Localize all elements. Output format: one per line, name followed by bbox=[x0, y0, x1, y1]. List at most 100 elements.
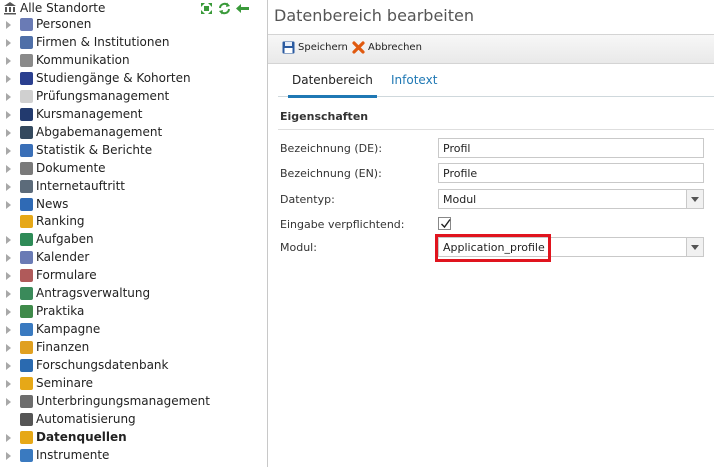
tree-item[interactable]: Datenquellen bbox=[0, 429, 267, 447]
expand-arrow-icon[interactable] bbox=[6, 326, 11, 335]
tree-item[interactable]: Kalender bbox=[0, 249, 267, 267]
tree-item[interactable]: Forschungsdatenbank bbox=[0, 357, 267, 375]
tree-item[interactable]: Antragsverwaltung bbox=[0, 285, 267, 303]
tree-toolbar bbox=[200, 2, 252, 15]
tree-item[interactable]: Statistik & Berichte bbox=[0, 142, 267, 160]
tree-item[interactable]: Prüfungsmanagement bbox=[0, 88, 267, 106]
refresh-icon[interactable] bbox=[218, 2, 231, 15]
tree-item[interactable]: News bbox=[0, 196, 267, 214]
required-checkbox[interactable] bbox=[438, 217, 451, 230]
form-row-name-en: Bezeichnung (EN): Profile bbox=[278, 162, 714, 186]
expand-arrow-icon[interactable] bbox=[6, 128, 11, 137]
contact-card-icon bbox=[20, 125, 33, 139]
tree-item[interactable]: Praktika bbox=[0, 303, 267, 321]
tree-item[interactable]: Firmen & Institutionen bbox=[0, 34, 267, 52]
expand-arrow-icon[interactable] bbox=[6, 380, 11, 388]
tree-item[interactable]: Kursmanagement bbox=[0, 106, 267, 124]
navigation-tree: Alle Standorte Personen Firmen & Institut… bbox=[0, 0, 268, 467]
tree-item[interactable]: Formulare bbox=[0, 267, 267, 285]
tree-item-label: Unterbringungsmanagement bbox=[36, 393, 210, 408]
tree-item-label: Kursmanagement bbox=[36, 106, 143, 121]
datatype-value: Modul bbox=[443, 193, 477, 206]
tree-item-label: Firmen & Institutionen bbox=[36, 34, 170, 49]
expand-arrow-icon[interactable] bbox=[6, 74, 11, 83]
tree-item-label: Instrumente bbox=[36, 447, 110, 462]
globe-icon bbox=[20, 179, 33, 193]
tree-item-label: Dokumente bbox=[36, 160, 106, 175]
datatype-select[interactable]: Modul bbox=[438, 189, 704, 209]
tree-item-label: Aufgaben bbox=[36, 232, 94, 247]
chevron-down-icon[interactable] bbox=[686, 190, 703, 208]
building-icon bbox=[20, 305, 33, 319]
expand-arrow-icon[interactable] bbox=[6, 164, 11, 173]
arrow-left-icon[interactable] bbox=[236, 2, 250, 15]
line-chart-icon bbox=[20, 359, 33, 373]
tree-item[interactable]: Kommunikation bbox=[0, 52, 267, 70]
tree-item-label: News bbox=[36, 196, 69, 211]
gear-icon bbox=[20, 412, 33, 426]
expand-arrow-icon[interactable] bbox=[6, 182, 11, 191]
factory-icon bbox=[20, 35, 33, 49]
tree-item[interactable]: Unterbringungsmanagement bbox=[0, 393, 267, 411]
name-de-label: Bezeichnung (DE): bbox=[280, 142, 383, 155]
chevron-down-icon[interactable] bbox=[686, 238, 703, 256]
save-button-label: Speichern bbox=[298, 42, 348, 53]
checkmark-icon bbox=[441, 219, 451, 229]
expand-arrow-icon[interactable] bbox=[6, 236, 11, 245]
tree-item-label: Finanzen bbox=[36, 340, 90, 355]
tree-item[interactable]: Abgabemanagement bbox=[0, 124, 267, 142]
expand-arrow-icon[interactable] bbox=[6, 290, 11, 299]
tree-item[interactable]: Seminare bbox=[0, 375, 267, 393]
expand-arrow-icon[interactable] bbox=[6, 397, 11, 406]
tree-item[interactable]: Instrumente bbox=[0, 447, 267, 465]
tree-item[interactable]: Studiengänge & Kohorten bbox=[0, 70, 267, 88]
folder-icon bbox=[20, 161, 33, 175]
name-de-input[interactable]: Profil bbox=[438, 138, 704, 158]
tree-item-label: Kalender bbox=[36, 250, 90, 265]
expand-arrow-icon[interactable] bbox=[6, 272, 11, 281]
tree-item[interactable]: Personen bbox=[0, 16, 267, 34]
tree-item-label: Praktika bbox=[36, 304, 85, 319]
expand-arrow-icon[interactable] bbox=[6, 110, 11, 119]
datatype-label: Datentyp: bbox=[280, 193, 335, 206]
page-title: Datenbereich bearbeiten bbox=[274, 6, 475, 25]
tree-item-label: Prüfungsmanagement bbox=[36, 88, 170, 103]
tree-item-label: Ranking bbox=[36, 214, 85, 229]
tree-item[interactable]: Kampagne bbox=[0, 321, 267, 339]
tree-item[interactable]: Internetauftritt bbox=[0, 178, 267, 196]
tree-item[interactable]: Ranking bbox=[0, 213, 267, 231]
tree-item[interactable]: Aufgaben bbox=[0, 231, 267, 249]
tree-item-label: Studiengänge & Kohorten bbox=[36, 70, 191, 85]
expand-all-icon[interactable] bbox=[200, 2, 213, 15]
document-icon bbox=[20, 89, 33, 103]
tree-item[interactable]: Dokumente bbox=[0, 160, 267, 178]
edit-panel: Datenbereich bearbeiten Speichern Abbrec… bbox=[268, 0, 714, 467]
expand-arrow-icon[interactable] bbox=[6, 56, 11, 65]
coins-icon bbox=[20, 341, 33, 355]
expand-arrow-icon[interactable] bbox=[6, 38, 11, 47]
expand-arrow-icon[interactable] bbox=[6, 21, 11, 29]
expand-arrow-icon[interactable] bbox=[6, 254, 11, 263]
tab-infotext[interactable]: Infotext bbox=[391, 73, 437, 95]
expand-arrow-icon[interactable] bbox=[6, 200, 11, 209]
star-icon bbox=[20, 215, 33, 229]
users-icon bbox=[20, 18, 33, 31]
tab-datenbereich[interactable]: Datenbereich bbox=[288, 73, 377, 98]
feather-icon bbox=[20, 71, 33, 85]
expand-arrow-icon[interactable] bbox=[6, 146, 11, 155]
tree-item[interactable]: Automatisierung bbox=[0, 411, 267, 429]
cancel-icon bbox=[352, 41, 365, 54]
expand-arrow-icon[interactable] bbox=[6, 344, 11, 353]
tree-item[interactable]: Finanzen bbox=[0, 339, 267, 357]
cancel-button-label: Abbrechen bbox=[368, 42, 422, 53]
clock-check-icon bbox=[20, 233, 33, 247]
expand-arrow-icon[interactable] bbox=[6, 451, 11, 460]
tree-item-label: Statistik & Berichte bbox=[36, 142, 153, 157]
expand-arrow-icon[interactable] bbox=[6, 362, 11, 371]
expand-arrow-icon[interactable] bbox=[6, 433, 11, 442]
name-en-input[interactable]: Profile bbox=[438, 163, 704, 183]
tree-item-label: Antragsverwaltung bbox=[36, 286, 151, 301]
tree-item-label: Internetauftritt bbox=[36, 178, 126, 193]
expand-arrow-icon[interactable] bbox=[6, 92, 11, 101]
expand-arrow-icon[interactable] bbox=[6, 308, 11, 317]
